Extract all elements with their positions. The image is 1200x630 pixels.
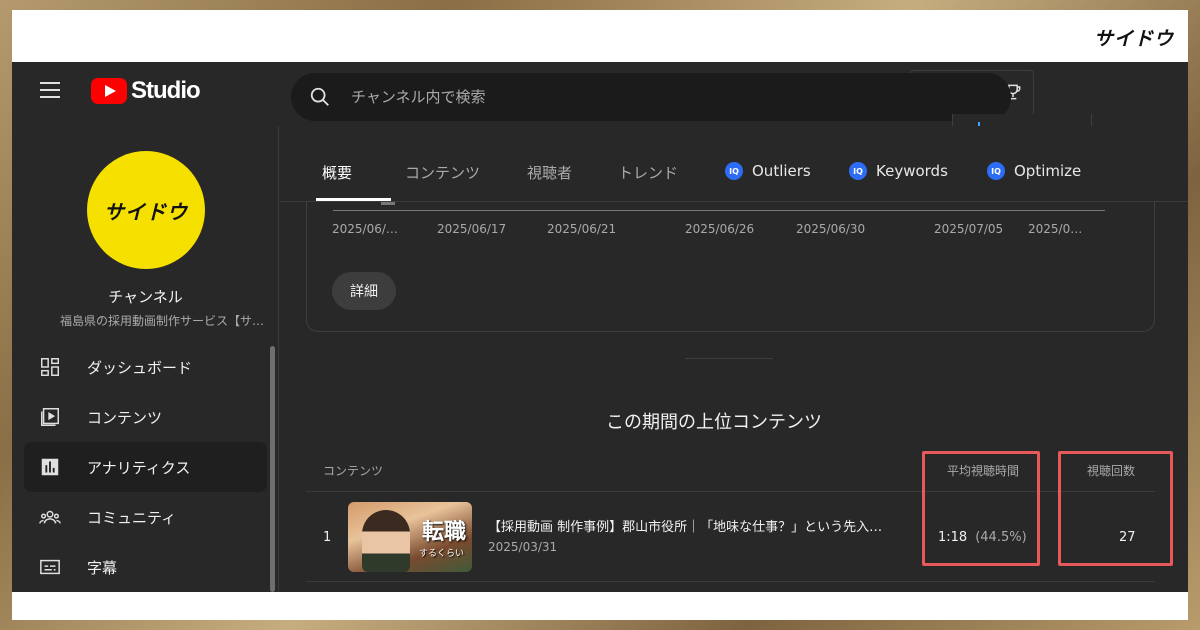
sidebar-item-label: 字幕 xyxy=(87,558,118,577)
video-date: 2025/03/31 xyxy=(488,540,558,554)
tab-label: トレンド xyxy=(618,164,679,182)
column-header-content: コンテンツ xyxy=(323,464,384,478)
iq-badge-icon: IQ xyxy=(987,162,1005,180)
studio-logo[interactable]: Studio xyxy=(91,77,201,105)
x-tick-label: 2025/06/17 xyxy=(437,222,507,236)
tab-trends[interactable]: トレンド xyxy=(618,162,678,183)
channel-avatar[interactable]: サイドウ xyxy=(87,151,205,269)
tab-label: コンテンツ xyxy=(405,164,481,182)
channel-title: チャンネル xyxy=(108,288,183,306)
thumbnail-text: 転職 xyxy=(421,520,466,545)
sidebar-item-community[interactable]: コミュニティ xyxy=(24,492,267,542)
avg-view-time-value: 1:18 (44.5%) xyxy=(938,530,1027,545)
tab-keywords[interactable]: IQ Keywords xyxy=(849,162,948,180)
tab-content[interactable]: コンテンツ xyxy=(405,162,480,183)
search-bar[interactable] xyxy=(291,73,1011,121)
x-tick-label: 2025/06/… xyxy=(332,222,398,236)
content-icon xyxy=(41,408,59,426)
sidebar-item-label: コミュニティ xyxy=(87,508,177,527)
tab-label: 視聴者 xyxy=(527,164,573,182)
sidebar-item-subtitles[interactable]: 字幕 xyxy=(24,542,267,592)
sidebar-item-label: アナリティクス xyxy=(87,458,191,477)
dashboard-icon xyxy=(41,358,59,376)
search-icon xyxy=(310,87,329,106)
brand-logo: サイドウ xyxy=(1093,28,1174,50)
top-content-title: この期間の上位コンテンツ xyxy=(280,408,1188,434)
tab-label: Keywords xyxy=(876,162,948,180)
overview-chart-card: 2025/06/… 2025/06/17 2025/06/21 2025/06/… xyxy=(306,202,1155,332)
youtube-studio-window: Studio サイドウ チャンネル 福島県の採用動画制作サービス【サ… xyxy=(12,62,1188,592)
menu-icon[interactable] xyxy=(40,82,60,98)
top-content-title-text: この期間の上位コンテンツ xyxy=(606,412,822,433)
sidebar: サイドウ チャンネル 福島県の採用動画制作サービス【サ… ダッシュボード コンテ… xyxy=(12,126,279,592)
avg-percentage: (44.5%) xyxy=(975,530,1027,545)
column-header-views[interactable]: 視聴回数 xyxy=(1087,462,1135,479)
avatar-text: サイドウ xyxy=(104,199,188,224)
sidebar-item-label: コンテンツ xyxy=(87,408,163,427)
analytics-tabs: 概要 コンテンツ 視聴者 トレンド IQ Outliers IQ Keyword… xyxy=(280,152,1188,202)
tab-audience[interactable]: 視聴者 xyxy=(527,162,572,183)
channel-description: 福島県の採用動画制作サービス【サ… xyxy=(60,314,265,328)
x-tick-label: 2025/06/26 xyxy=(685,222,755,236)
views-value: 27 xyxy=(1119,530,1136,545)
row-rank: 1 xyxy=(323,530,332,545)
tab-overview[interactable]: 概要 xyxy=(322,162,352,183)
tab-label: Outliers xyxy=(752,162,811,180)
logo-text: Studio xyxy=(131,77,201,104)
table-row[interactable]: 1 転職 するくらい 【採用動画 制作事例】郡山市役所｜「地味な仕事？」という先… xyxy=(306,492,1155,582)
sidebar-item-analytics[interactable]: アナリティクス xyxy=(24,442,267,492)
section-divider xyxy=(685,358,773,359)
screenshot-frame: サイドウ Studio サイドウ xyxy=(12,10,1188,620)
sidebar-item-content[interactable]: コンテンツ xyxy=(24,392,267,442)
video-thumbnail[interactable]: 転職 するくらい xyxy=(348,502,472,572)
tab-optimize[interactable]: IQ Optimize xyxy=(987,162,1081,180)
thumbnail-subtext: するくらい xyxy=(418,549,464,559)
x-tick-label: 2025/06/21 xyxy=(547,222,617,236)
youtube-play-icon xyxy=(91,78,127,104)
tab-label: Optimize xyxy=(1014,162,1082,180)
iq-badge-icon: IQ xyxy=(849,162,867,180)
tab-label: 概要 xyxy=(322,164,353,182)
main-content: 概要 コンテンツ 視聴者 トレンド IQ Outliers IQ Keyword… xyxy=(280,126,1188,592)
top-content-table-header: コンテンツ 平均視聴時間 視聴回数 xyxy=(306,446,1155,492)
iq-badge-icon: IQ xyxy=(725,162,743,180)
sidebar-scrollbar[interactable] xyxy=(270,346,275,592)
tab-outliers[interactable]: IQ Outliers xyxy=(725,162,811,180)
x-tick-label: 2025/0… xyxy=(1028,222,1083,236)
analytics-icon xyxy=(41,458,59,476)
search-input[interactable] xyxy=(351,88,951,106)
x-tick-label: 2025/06/30 xyxy=(796,222,866,236)
subtitles-icon xyxy=(40,559,60,575)
column-header-avg-view-time[interactable]: 平均視聴時間 xyxy=(947,462,1019,479)
details-button[interactable]: 詳細 xyxy=(332,272,396,310)
video-title-link[interactable]: 【採用動画 制作事例】郡山市役所｜「地味な仕事？」という先入… xyxy=(488,516,898,535)
chart-x-axis xyxy=(333,210,1105,211)
chart-axis-stub xyxy=(381,202,395,205)
sidebar-item-label: ダッシュボード xyxy=(87,358,193,377)
thumbnail-person-image xyxy=(362,510,410,572)
sidebar-item-dashboard[interactable]: ダッシュボード xyxy=(24,342,267,392)
sidebar-nav: ダッシュボード コンテンツ アナリティクス コミュニティ 字幕 xyxy=(24,342,267,592)
avg-time: 1:18 xyxy=(938,530,968,545)
active-tab-indicator xyxy=(316,198,391,201)
x-tick-label: 2025/07/05 xyxy=(934,222,1004,236)
community-icon xyxy=(39,510,61,524)
